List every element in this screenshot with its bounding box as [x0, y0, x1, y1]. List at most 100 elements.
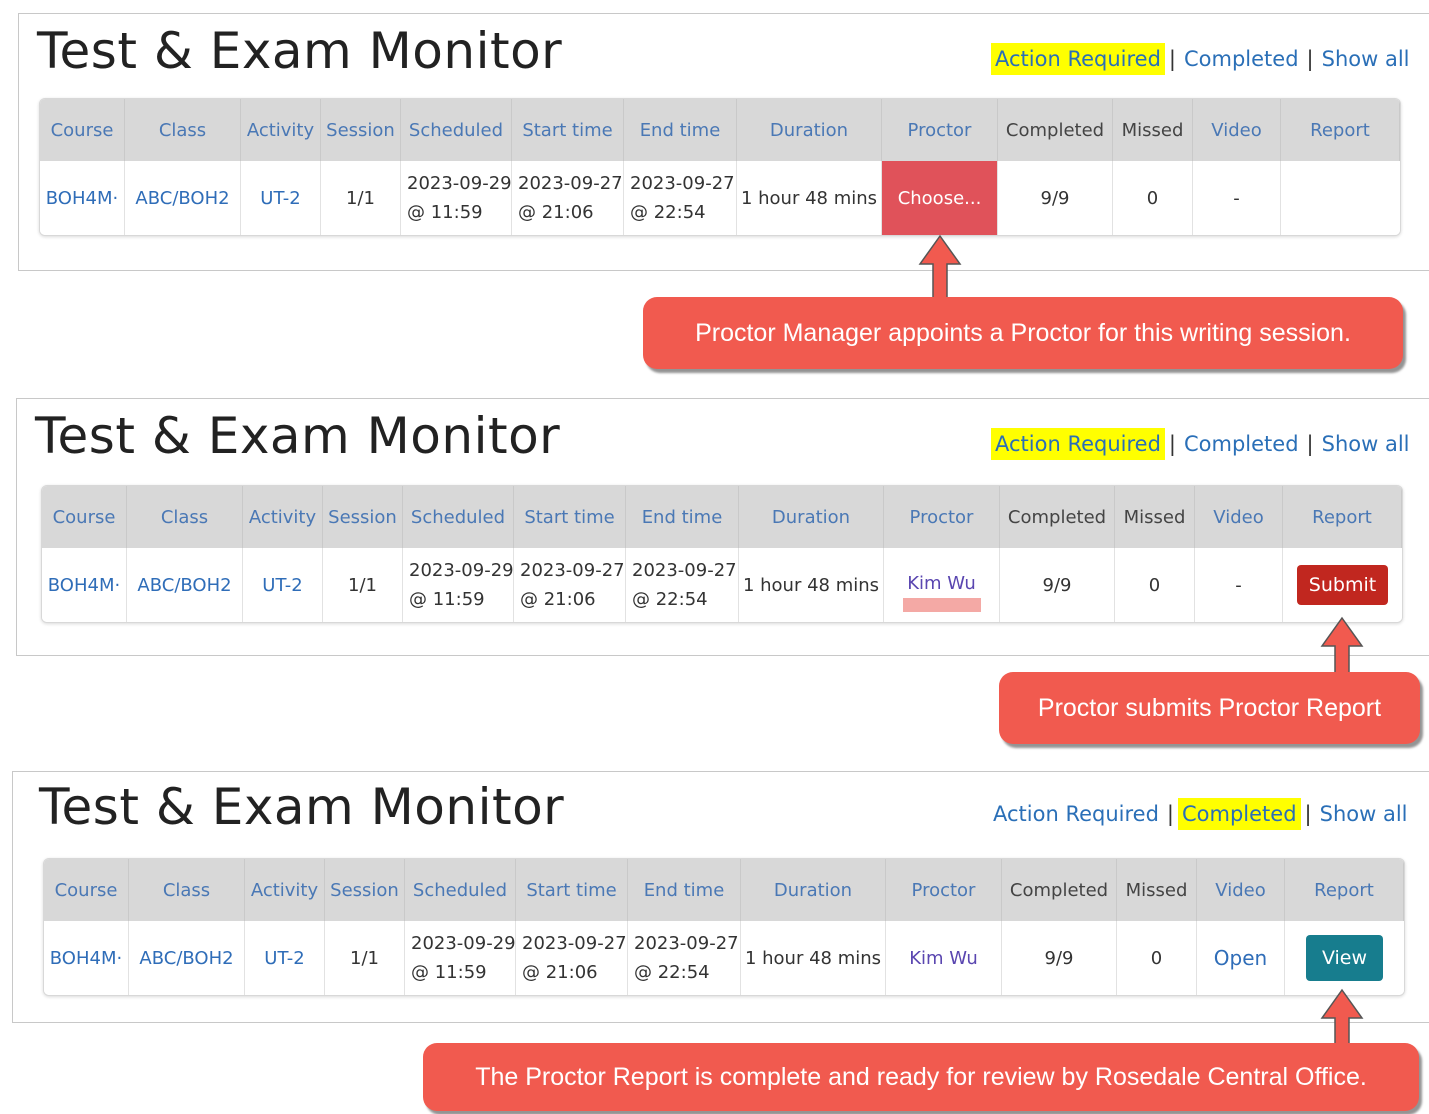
col-missed: Missed [1115, 486, 1195, 548]
report-value [1281, 161, 1400, 235]
report-cell: View [1285, 921, 1404, 995]
proctor-link[interactable]: Kim Wu [886, 921, 1002, 995]
submit-report-button[interactable]: Submit [1296, 565, 1389, 605]
col-duration[interactable]: Duration [741, 859, 886, 921]
arrow-up-icon [918, 234, 962, 299]
filter-show-all[interactable]: Show all [1316, 798, 1412, 830]
filter-separator: | [1306, 432, 1314, 456]
filter-completed[interactable]: Completed [1180, 43, 1303, 75]
proctor-cell: Kim Wu [884, 548, 1000, 622]
monitor-panel-3: Test & Exam Monitor Action Required | Comp… [12, 771, 1429, 1023]
callout-report-complete: The Proctor Report is complete and ready… [423, 1043, 1419, 1111]
col-start-time[interactable]: Start time [514, 486, 626, 548]
col-activity[interactable]: Activity [243, 486, 323, 548]
scheduled-date: 2023-09-29 [409, 560, 514, 581]
filter-show-all[interactable]: Show all [1318, 428, 1414, 460]
filter-completed[interactable]: Completed [1178, 798, 1301, 830]
col-course[interactable]: Course [42, 486, 127, 548]
col-scheduled[interactable]: Scheduled [401, 99, 512, 161]
callout-appoint-proctor: Proctor Manager appoints a Proctor for t… [643, 297, 1403, 369]
filter-separator: | [1168, 432, 1176, 456]
start-time-value: 2023-09-27 @ 21:06 [512, 161, 624, 235]
filter-completed[interactable]: Completed [1180, 428, 1303, 460]
activity-link[interactable]: UT-2 [243, 548, 323, 622]
table-row: BOH4M· ABC/BOH2 UT-2 1/1 2023-09-29 @ 11:… [42, 548, 1402, 622]
class-link[interactable]: ABC/BOH2 [129, 921, 245, 995]
col-report[interactable]: Report [1281, 99, 1400, 161]
callout-submit-report: Proctor submits Proctor Report [999, 672, 1420, 744]
view-report-button[interactable]: View [1305, 935, 1384, 981]
filter-action-required[interactable]: Action Required [989, 798, 1163, 830]
monitor-table: Course Class Activity Session Scheduled … [39, 98, 1401, 236]
start-time-value: 2023-09-27 @ 21:06 [516, 921, 628, 995]
end-time: @ 22:54 [632, 589, 708, 610]
col-class[interactable]: Class [129, 859, 245, 921]
col-video[interactable]: Video [1197, 859, 1285, 921]
filter-separator: | [1304, 802, 1312, 826]
video-open-link[interactable]: Open [1197, 921, 1285, 995]
course-link[interactable]: BOH4M· [44, 921, 129, 995]
choose-proctor-button[interactable]: Choose... [882, 161, 998, 235]
end-date: 2023-09-27 [634, 933, 739, 954]
session-value: 1/1 [321, 161, 401, 235]
col-activity[interactable]: Activity [245, 859, 325, 921]
monitor-panel-1: Test & Exam Monitor Action Required | Comp… [18, 13, 1429, 271]
filter-separator: | [1166, 802, 1174, 826]
col-start-time[interactable]: Start time [516, 859, 628, 921]
col-start-time[interactable]: Start time [512, 99, 624, 161]
filter-action-required[interactable]: Action Required [991, 43, 1165, 75]
col-end-time[interactable]: End time [624, 99, 737, 161]
col-scheduled[interactable]: Scheduled [405, 859, 516, 921]
col-missed: Missed [1117, 859, 1197, 921]
activity-link[interactable]: UT-2 [241, 161, 321, 235]
scheduled-date: 2023-09-29 [411, 933, 516, 954]
col-completed: Completed [1002, 859, 1117, 921]
col-video[interactable]: Video [1193, 99, 1281, 161]
monitor-table: Course Class Activity Session Scheduled … [41, 485, 1403, 623]
col-proctor[interactable]: Proctor [884, 486, 1000, 548]
filter-links: Action Required | Completed | Show all [989, 798, 1412, 830]
col-course[interactable]: Course [40, 99, 125, 161]
col-class[interactable]: Class [125, 99, 241, 161]
col-scheduled[interactable]: Scheduled [403, 486, 514, 548]
page-title: Test & Exam Monitor [39, 778, 565, 836]
video-value: - [1193, 161, 1281, 235]
report-cell: Submit [1283, 548, 1402, 622]
end-time-value: 2023-09-27 @ 22:54 [624, 161, 737, 235]
col-duration[interactable]: Duration [739, 486, 884, 548]
table-row: BOH4M· ABC/BOH2 UT-2 1/1 2023-09-29 @ 11:… [40, 161, 1400, 235]
col-activity[interactable]: Activity [241, 99, 321, 161]
col-proctor[interactable]: Proctor [882, 99, 998, 161]
end-date: 2023-09-27 [630, 173, 735, 194]
filter-action-required[interactable]: Action Required [991, 428, 1165, 460]
col-session[interactable]: Session [323, 486, 403, 548]
col-proctor[interactable]: Proctor [886, 859, 1002, 921]
course-link[interactable]: BOH4M· [40, 161, 125, 235]
col-session[interactable]: Session [325, 859, 405, 921]
proctor-link[interactable]: Kim Wu [907, 573, 976, 594]
col-end-time[interactable]: End time [626, 486, 739, 548]
filter-show-all[interactable]: Show all [1318, 43, 1414, 75]
class-link[interactable]: ABC/BOH2 [127, 548, 243, 622]
col-course[interactable]: Course [44, 859, 129, 921]
col-end-time[interactable]: End time [628, 859, 741, 921]
col-report[interactable]: Report [1285, 859, 1404, 921]
col-class[interactable]: Class [127, 486, 243, 548]
filter-separator: | [1168, 47, 1176, 71]
col-session[interactable]: Session [321, 99, 401, 161]
session-value: 1/1 [323, 548, 403, 622]
duration-value: 1 hour 48 mins [741, 921, 886, 995]
col-duration[interactable]: Duration [737, 99, 882, 161]
page-title: Test & Exam Monitor [37, 22, 563, 80]
activity-link[interactable]: UT-2 [245, 921, 325, 995]
class-link[interactable]: ABC/BOH2 [125, 161, 241, 235]
course-link[interactable]: BOH4M· [42, 548, 127, 622]
col-report[interactable]: Report [1283, 486, 1402, 548]
completed-value: 9/9 [998, 161, 1113, 235]
filter-separator: | [1306, 47, 1314, 71]
scheduled-value: 2023-09-29 @ 11:59 [401, 161, 512, 235]
completed-value: 9/9 [1000, 548, 1115, 622]
col-video[interactable]: Video [1195, 486, 1283, 548]
end-time-value: 2023-09-27 @ 22:54 [628, 921, 741, 995]
end-time: @ 22:54 [630, 202, 706, 223]
